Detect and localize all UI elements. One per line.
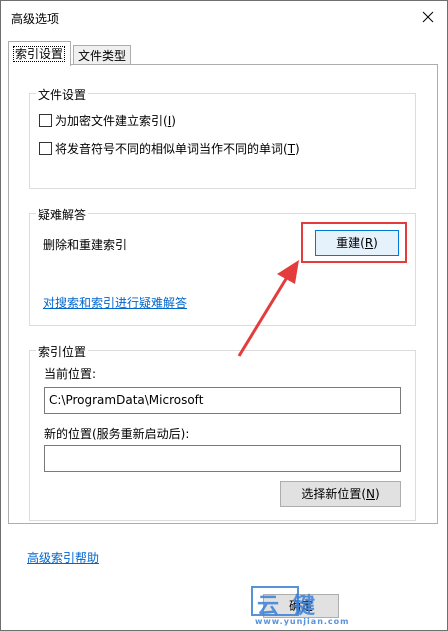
tab-panel: 文件设置 为加密文件建立索引(I) 将发音符号不同的相似单词当作不同的单词(T)… <box>8 64 438 524</box>
troubleshoot-legend: 疑难解答 <box>36 206 89 223</box>
new-location-field[interactable] <box>44 445 401 472</box>
troubleshoot-link[interactable]: 对搜索和索引进行疑难解答 <box>43 294 187 311</box>
encrypt-files-checkbox[interactable]: 为加密文件建立索引(I) <box>39 112 176 129</box>
highlight-box <box>301 222 407 263</box>
current-location-field[interactable]: C:\ProgramData\Microsoft <box>44 387 401 414</box>
tab-file-types[interactable]: 文件类型 <box>73 45 131 65</box>
advanced-index-help-link[interactable]: 高级索引帮助 <box>27 549 99 566</box>
advanced-options-dialog: 高级选项 索引设置 文件类型 文件设置 为加密文件建立索引(I) 将发音符号不同 <box>0 0 448 631</box>
file-settings-legend: 文件设置 <box>36 86 89 103</box>
checkbox-box[interactable] <box>39 142 52 155</box>
tab-bar: 索引设置 文件类型 <box>1 41 447 66</box>
select-new-location-button[interactable]: 选择新位置(N) <box>280 481 401 507</box>
tab-index-settings[interactable]: 索引设置 <box>8 41 71 66</box>
diacritics-checkbox[interactable]: 将发音符号不同的相似单词当作不同的单词(T) <box>39 140 300 157</box>
index-location-group: 索引位置 当前位置: C:\ProgramData\Microsoft 新的位置… <box>29 343 416 521</box>
index-location-legend: 索引位置 <box>36 343 89 360</box>
tab-index-settings-label: 索引设置 <box>13 46 66 62</box>
new-location-label: 新的位置(服务重新启动后): <box>44 427 190 441</box>
file-settings-group: 文件设置 为加密文件建立索引(I) 将发音符号不同的相似单词当作不同的单词(T) <box>29 86 416 189</box>
window-title: 高级选项 <box>11 12 60 26</box>
encrypt-files-label: 为加密文件建立索引(I) <box>55 114 176 128</box>
checkbox-box[interactable] <box>39 114 52 127</box>
red-arrow-icon <box>237 260 299 357</box>
title-bar: 高级选项 <box>1 1 447 33</box>
rebuild-description: 删除和重建索引 <box>43 238 128 252</box>
tab-file-types-label: 文件类型 <box>78 49 127 63</box>
watermark-logo: 云键 www.yunjian.com <box>251 586 351 630</box>
close-button[interactable] <box>409 1 447 33</box>
current-location-label: 当前位置: <box>44 367 97 381</box>
close-icon <box>422 11 434 23</box>
diacritics-label: 将发音符号不同的相似单词当作不同的单词(T) <box>55 142 300 156</box>
